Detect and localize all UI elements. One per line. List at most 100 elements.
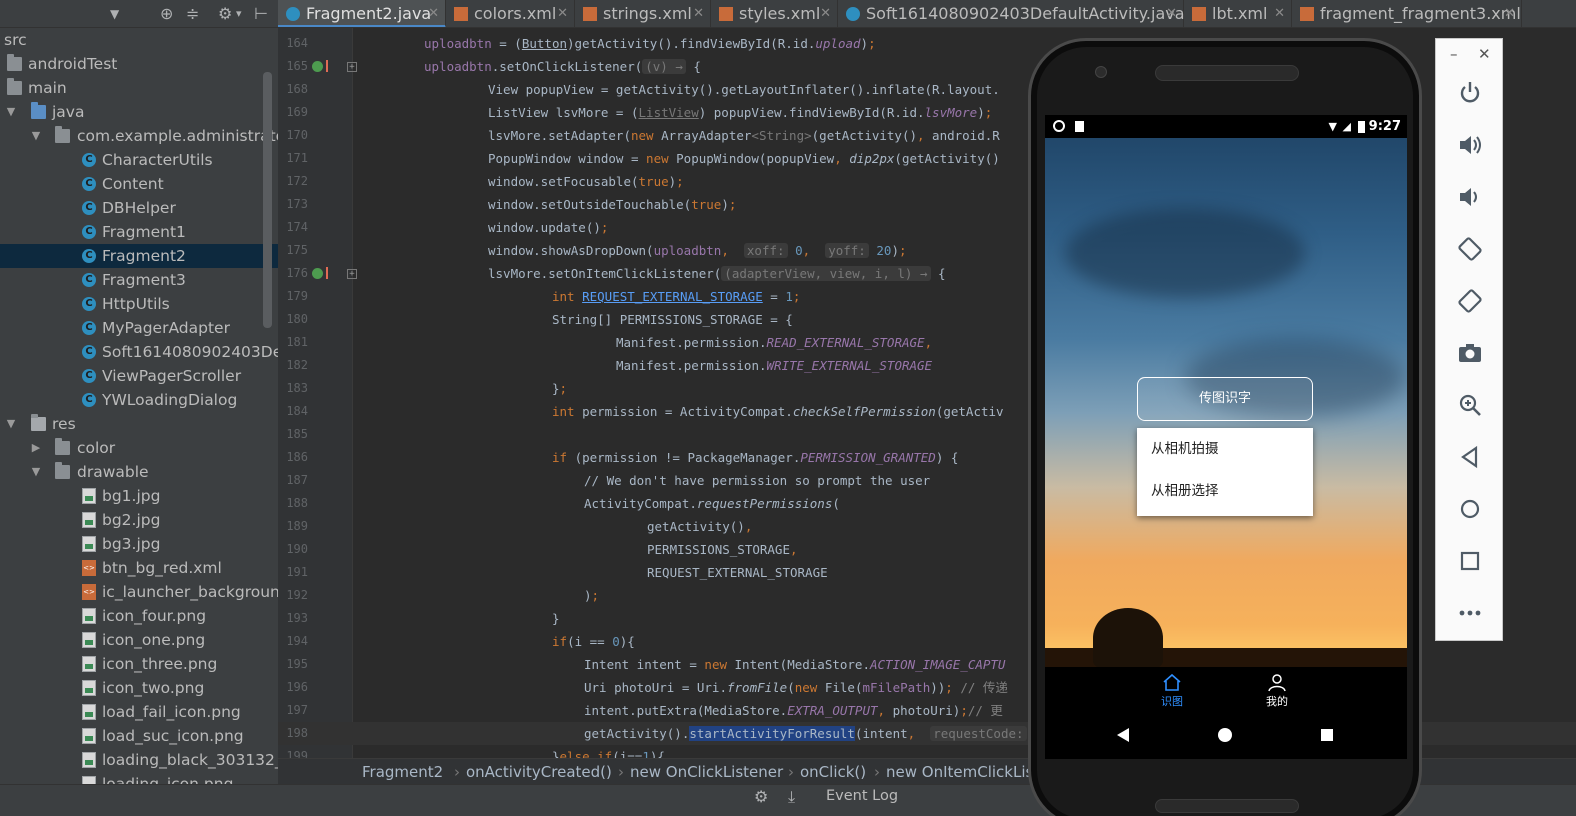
back-icon[interactable]: [1115, 727, 1131, 743]
download-icon[interactable]: ⤓: [788, 787, 795, 807]
tree-item-fragment2[interactable]: C Fragment2: [0, 244, 278, 268]
tree-item-ic-launcher-background[interactable]: <> ic_launcher_background: [0, 580, 278, 604]
volume-down-icon[interactable]: [1456, 183, 1484, 211]
popup-item-camera[interactable]: 从相机拍摄: [1151, 428, 1219, 470]
tab-strings-xml[interactable]: strings.xml ✕: [575, 0, 711, 27]
close-icon[interactable]: ✕: [693, 0, 704, 27]
tree-item-ywloadingdialog[interactable]: C YWLoadingDialog: [0, 388, 278, 412]
nav-tab-recognize[interactable]: 识图: [1142, 671, 1202, 709]
tree-item-load-fail-icon[interactable]: load_fail_icon.png: [0, 700, 278, 724]
home-button-icon[interactable]: [1217, 727, 1233, 743]
tree-item-label: bg1.jpg: [102, 487, 161, 505]
tab-fragment-fragment3-xml[interactable]: fragment_fragment3.xml ✕: [1292, 0, 1522, 27]
gear-icon[interactable]: ⚙: [218, 4, 232, 24]
collapse-icon[interactable]: ≑: [186, 4, 199, 24]
fold-icon[interactable]: +: [347, 269, 357, 279]
tree-item-res[interactable]: ▼ res: [0, 412, 278, 436]
close-icon[interactable]: ✕: [1274, 0, 1285, 27]
wifi-icon: ▼: [1328, 120, 1337, 133]
breadcrumb-item[interactable]: onClick(): [800, 759, 866, 784]
tree-item-loading-black[interactable]: loading_black_303132_b: [0, 748, 278, 772]
line-number: 187: [286, 473, 308, 487]
rotate-right-icon[interactable]: [1456, 287, 1484, 315]
image-file-icon: [82, 536, 96, 552]
tree-item-bg1[interactable]: bg1.jpg: [0, 484, 278, 508]
tree-item-bg3[interactable]: bg3.jpg: [0, 532, 278, 556]
expand-arrow-icon[interactable]: ▼: [4, 412, 18, 436]
crosshair-icon[interactable]: ⊕: [160, 4, 173, 24]
tree-item-src[interactable]: src: [0, 28, 278, 52]
power-icon[interactable]: [1456, 79, 1484, 107]
tree-item-androidtest[interactable]: androidTest: [0, 52, 278, 76]
tree-item-icon-three[interactable]: icon_three.png: [0, 652, 278, 676]
tree-item-httputils[interactable]: C HttpUtils: [0, 292, 278, 316]
zoom-icon[interactable]: [1456, 391, 1484, 419]
expand-arrow-icon[interactable]: ▼: [29, 460, 43, 484]
tree-item-loading-icon[interactable]: loading_icon.png: [0, 772, 278, 784]
close-icon[interactable]: ✕: [428, 0, 439, 27]
volume-up-icon[interactable]: [1456, 131, 1484, 159]
tree-item-content[interactable]: C Content: [0, 172, 278, 196]
breadcrumb-item[interactable]: new OnItemClickLis: [886, 759, 1033, 784]
tree-item-main[interactable]: main: [0, 76, 278, 100]
tree-item-drawable[interactable]: ▼ drawable: [0, 460, 278, 484]
rotate-left-icon[interactable]: [1456, 235, 1484, 263]
tab-fragment2-java[interactable]: Fragment2.java ✕: [278, 0, 446, 27]
tab-lbt-xml[interactable]: lbt.xml ✕: [1184, 0, 1292, 27]
fold-icon[interactable]: +: [347, 62, 357, 72]
tree-item-bg2[interactable]: bg2.jpg: [0, 508, 278, 532]
expand-arrow-icon[interactable]: ▶: [29, 436, 43, 460]
tab-soft-activity-java[interactable]: Soft1614080902403DefaultActivity.java ✕: [838, 0, 1185, 27]
close-icon[interactable]: ✕: [820, 0, 831, 27]
expand-arrow-icon[interactable]: ▼: [4, 100, 18, 124]
breadcrumb-item[interactable]: onActivityCreated(): [466, 759, 612, 784]
expand-arrow-icon[interactable]: ▼: [29, 124, 43, 148]
speaker-grille: [1155, 65, 1299, 81]
tree-item-viewpagerscroller[interactable]: C ViewPagerScroller: [0, 364, 278, 388]
close-icon[interactable]: ✕: [557, 0, 568, 27]
tab-styles-xml[interactable]: styles.xml ✕: [711, 0, 838, 27]
tree-item-characterutils[interactable]: C CharacterUtils: [0, 148, 278, 172]
tree-item-load-suc-icon[interactable]: load_suc_icon.png: [0, 724, 278, 748]
dropdown-arrow-icon[interactable]: ▾: [236, 4, 242, 24]
home-icon[interactable]: [1456, 495, 1484, 523]
close-icon[interactable]: ✕: [1166, 0, 1177, 27]
xml-file-icon: <>: [82, 560, 96, 576]
home-icon: [1163, 673, 1181, 691]
tree-item-icon-four[interactable]: icon_four.png: [0, 604, 278, 628]
tree-item-package[interactable]: ▼ com.example.administrator: [0, 124, 278, 148]
event-log-button[interactable]: Event Log: [826, 785, 898, 807]
tree-item-mypageradapter[interactable]: C MyPagerAdapter: [0, 316, 278, 340]
tree-scrollbar[interactable]: [263, 72, 272, 328]
tree-item-color[interactable]: ▶ color: [0, 436, 278, 460]
hide-icon[interactable]: ⊢: [254, 4, 268, 24]
tab-colors-xml[interactable]: colors.xml ✕: [446, 0, 575, 27]
override-marker-icon[interactable]: [312, 267, 328, 279]
chevron-down-icon[interactable]: ▼: [110, 4, 119, 24]
tree-item-fragment3[interactable]: C Fragment3: [0, 268, 278, 292]
minimize-icon[interactable]: –: [1450, 45, 1458, 63]
tree-item-fragment1[interactable]: C Fragment1: [0, 220, 278, 244]
tree-item-icon-one[interactable]: icon_one.png: [0, 628, 278, 652]
overview-icon[interactable]: [1319, 727, 1335, 743]
breadcrumb-item[interactable]: Fragment2: [362, 759, 443, 784]
tree-item-soft-activity[interactable]: C Soft1614080902403Defa: [0, 340, 278, 364]
camera-icon[interactable]: [1456, 339, 1484, 367]
device-screen[interactable]: ▼ ◢ 9:27 传图识字 从相机拍摄 从相册选择 识图 我的: [1045, 115, 1407, 759]
upload-image-button[interactable]: 传图识字: [1137, 377, 1313, 421]
back-icon[interactable]: [1456, 443, 1484, 471]
xml-file-icon: [1300, 7, 1314, 21]
tree-item-icon-two[interactable]: icon_two.png: [0, 676, 278, 700]
tree-item-java[interactable]: ▼ java: [0, 100, 278, 124]
override-marker-icon[interactable]: [312, 60, 328, 72]
tree-item-dbhelper[interactable]: C DBHelper: [0, 196, 278, 220]
nav-tab-mine[interactable]: 我的: [1247, 671, 1307, 709]
gear-icon[interactable]: ⚙: [754, 787, 768, 806]
tree-item-btn-bg-red[interactable]: <> btn_bg_red.xml: [0, 556, 278, 580]
more-icon[interactable]: [1456, 599, 1484, 627]
close-icon[interactable]: ✕: [1504, 0, 1515, 27]
close-icon[interactable]: ✕: [1478, 45, 1491, 63]
popup-item-album[interactable]: 从相册选择: [1151, 470, 1219, 512]
breadcrumb-item[interactable]: new OnClickListener: [630, 759, 783, 784]
overview-icon[interactable]: [1456, 547, 1484, 575]
